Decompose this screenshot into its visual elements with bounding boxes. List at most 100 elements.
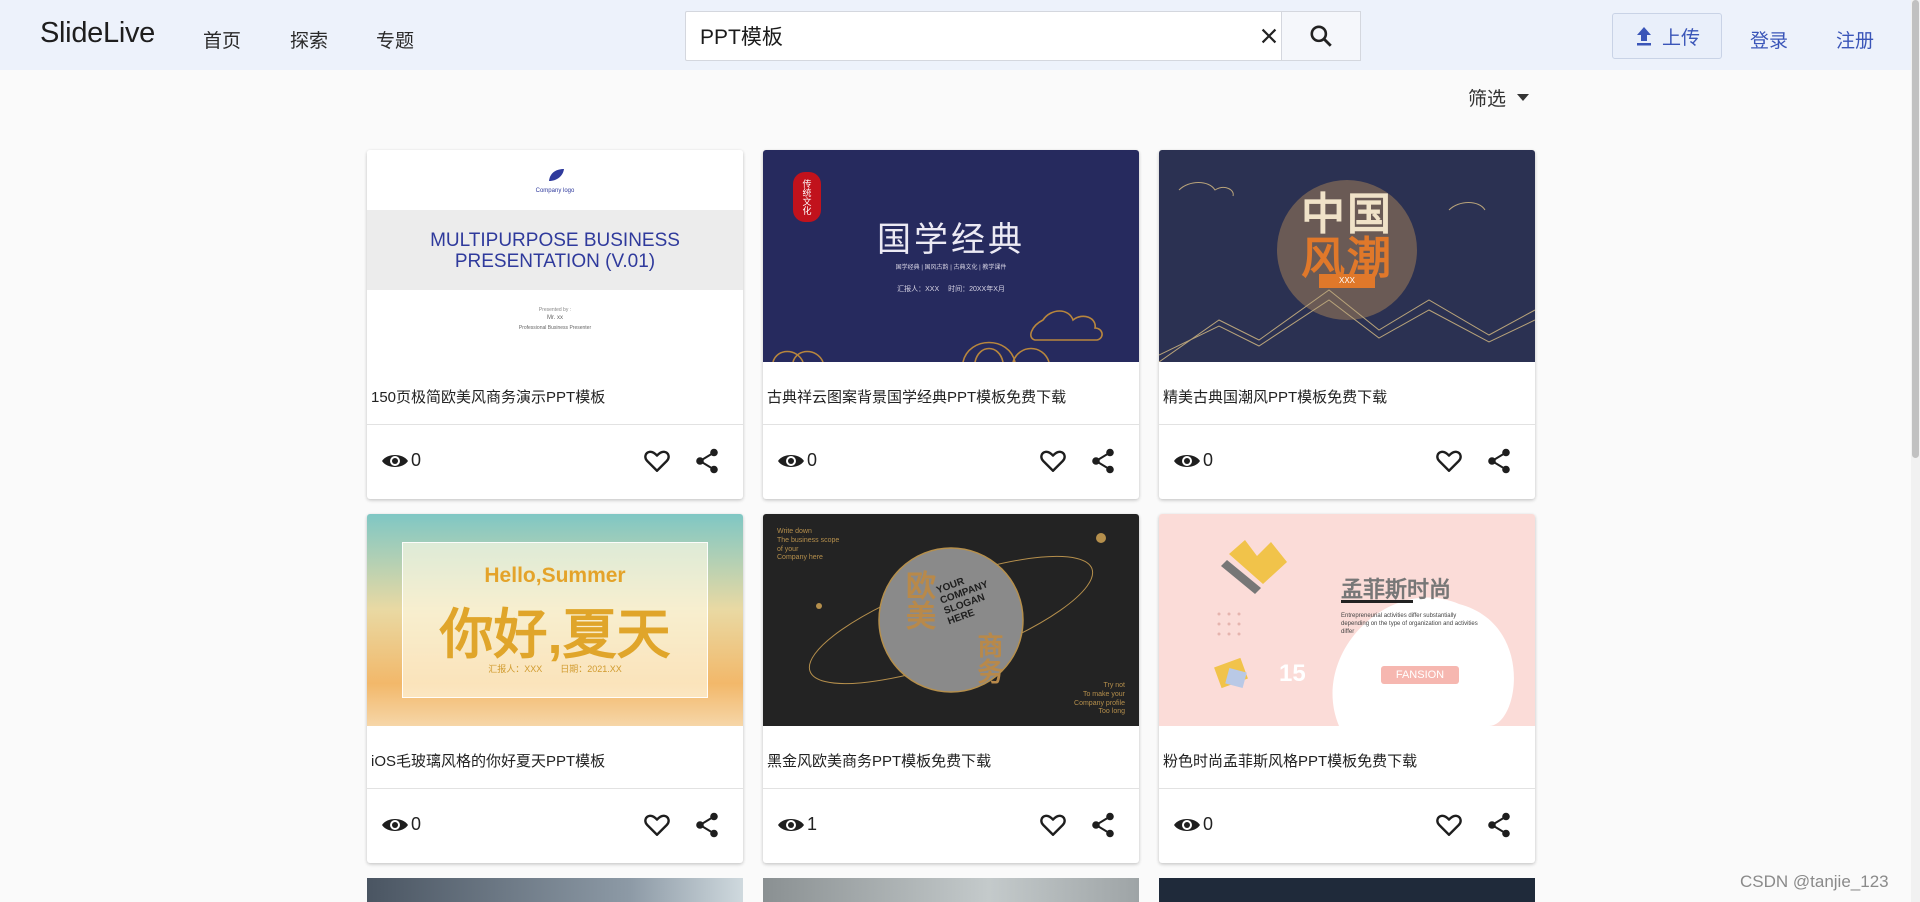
heart-icon — [644, 814, 670, 836]
share-icon — [1488, 448, 1510, 474]
share-icon — [1488, 812, 1510, 838]
card-title[interactable]: 粉色时尚孟菲斯风格PPT模板免费下载 — [1163, 750, 1417, 771]
share-icon — [1092, 812, 1114, 838]
nav-explore[interactable]: 探索 — [290, 26, 328, 53]
card-divider — [763, 424, 1139, 425]
view-count: 0 — [381, 814, 421, 835]
view-count-value: 0 — [1203, 814, 1214, 834]
thumb-en: Hello,Summer — [484, 564, 626, 587]
like-button[interactable] — [642, 446, 672, 476]
heart-icon — [1040, 450, 1066, 472]
slide-card[interactable]: Company logo MULTIPURPOSE BUSINESS PRESE… — [367, 150, 743, 499]
slide-card-partial[interactable] — [367, 878, 743, 902]
thumb-number: 15 — [1279, 660, 1306, 687]
thumb-heading-underline — [1341, 600, 1413, 603]
site-logo[interactable]: SlideLive — [40, 17, 155, 50]
upload-button[interactable]: 上传 — [1612, 13, 1722, 59]
thumb-heading-line1: MULTIPURPOSE BUSINESS — [430, 230, 680, 251]
card-title[interactable]: 古典祥云图案背景国学经典PPT模板免费下载 — [767, 386, 1066, 407]
card-divider — [367, 788, 743, 789]
card-divider — [1159, 424, 1535, 425]
caret-down-icon — [1517, 93, 1530, 101]
slide-card[interactable]: Hello,Summer 你好,夏天 汇报人：XXX 日期：2021.XX iO… — [367, 514, 743, 863]
like-button[interactable] — [1038, 810, 1068, 840]
heart-icon — [1436, 814, 1462, 836]
card-divider — [763, 788, 1139, 789]
slide-thumbnail[interactable]: 孟菲斯时尚 Entrepreneurial activities differ … — [1159, 514, 1535, 726]
slide-card-partial[interactable] — [763, 878, 1139, 902]
card-title[interactable]: 黑金风欧美商务PPT模板免费下载 — [767, 750, 991, 771]
view-count: 0 — [1173, 450, 1213, 471]
thumb-bottom-right-text: Try not To make your Company profile Too… — [1074, 682, 1125, 716]
slide-thumbnail[interactable]: 传统文化 国学经典 国学经典 | 国风古韵 | 古典文化 | 教学课件 汇报人：… — [763, 150, 1139, 362]
watermark: CSDN @tanjie_123 — [1740, 872, 1889, 891]
nav-topics[interactable]: 专题 — [376, 26, 414, 53]
slide-thumbnail[interactable]: Hello,Summer 你好,夏天 汇报人：XXX 日期：2021.XX — [367, 514, 743, 726]
eye-icon — [1174, 818, 1200, 831]
upload-label: 上传 — [1661, 27, 1700, 49]
upload-icon — [1636, 27, 1651, 46]
eye-icon — [382, 454, 408, 467]
search-input[interactable] — [700, 12, 1240, 60]
thumb-presented-by: Presented by : — [538, 307, 572, 313]
card-title[interactable]: 精美古典国潮风PPT模板免费下载 — [1163, 386, 1387, 407]
search-button[interactable] — [1281, 11, 1361, 61]
login-link[interactable]: 登录 — [1750, 26, 1788, 53]
slide-card[interactable]: Write down The business scope of your Co… — [763, 514, 1139, 863]
view-count: 0 — [777, 450, 817, 471]
thumb-company-logo: Company logo — [535, 188, 575, 194]
view-count-value: 0 — [411, 450, 422, 470]
filter-dropdown[interactable]: 筛选 — [1468, 84, 1530, 111]
like-button[interactable] — [1434, 810, 1464, 840]
heart-icon — [1436, 450, 1462, 472]
share-button[interactable] — [1088, 446, 1118, 476]
thumb-top-left-text: Write down The business scope of your Co… — [777, 528, 840, 562]
share-icon — [696, 812, 718, 838]
share-button[interactable] — [692, 810, 722, 840]
view-count: 0 — [381, 450, 421, 471]
like-button[interactable] — [642, 810, 672, 840]
page-scrollbar-thumb[interactable] — [1912, 0, 1919, 458]
card-divider — [1159, 788, 1535, 789]
eye-icon — [382, 818, 408, 831]
slide-thumbnail[interactable]: Write down The business scope of your Co… — [763, 514, 1139, 726]
close-icon — [1261, 28, 1276, 44]
share-button[interactable] — [1484, 810, 1514, 840]
cloud-pattern — [772, 310, 1103, 362]
share-icon — [696, 448, 718, 474]
share-button[interactable] — [1484, 446, 1514, 476]
view-count-value: 1 — [807, 814, 818, 834]
slide-card[interactable]: 孟菲斯时尚 Entrepreneurial activities differ … — [1159, 514, 1535, 863]
slide-card[interactable]: 中国 风潮 XXX 精美古典国潮风PPT模板免费下载 0 — [1159, 150, 1535, 499]
view-count-value: 0 — [807, 450, 818, 470]
thumb-vertical-text-2: 商务 — [974, 632, 1004, 684]
card-title[interactable]: 150页极简欧美风商务演示PPT模板 — [371, 386, 605, 407]
card-title[interactable]: iOS毛玻璃风格的你好夏天PPT模板 — [371, 750, 605, 771]
thumb-meta: 汇报人：XXX 日期：2021.XX — [488, 664, 622, 674]
eye-icon — [778, 454, 804, 467]
view-count-value: 0 — [1203, 450, 1214, 470]
like-button[interactable] — [1434, 446, 1464, 476]
thumb-vertical-text-1: 欧美 — [901, 570, 934, 630]
thumb-role: Professional Business Presenter — [518, 325, 592, 331]
slide-thumbnail[interactable]: 中国 风潮 XXX — [1159, 150, 1535, 362]
card-divider — [367, 424, 743, 425]
thumb-subtitle: 国学经典 | 国风古韵 | 古典文化 | 教学课件 — [895, 265, 1007, 271]
share-button[interactable] — [1088, 810, 1118, 840]
nav-home[interactable]: 首页 — [203, 26, 241, 53]
slide-thumbnail[interactable]: Company logo MULTIPURPOSE BUSINESS PRESE… — [367, 150, 743, 362]
slide-card[interactable]: 传统文化 国学经典 国学经典 | 国风古韵 | 古典文化 | 教学课件 汇报人：… — [763, 150, 1139, 499]
filter-label: 筛选 — [1468, 89, 1507, 110]
eye-icon — [1174, 454, 1200, 467]
thumb-tag: FANSION — [1381, 666, 1459, 684]
share-icon — [1092, 448, 1114, 474]
slide-card-partial[interactable] — [1159, 878, 1535, 902]
eye-icon — [778, 818, 804, 831]
heart-icon — [1040, 814, 1066, 836]
register-link[interactable]: 注册 — [1836, 26, 1874, 53]
share-button[interactable] — [692, 446, 722, 476]
thumb-desc: Entrepreneurial activities differ substa… — [1341, 613, 1478, 636]
like-button[interactable] — [1038, 446, 1068, 476]
leaf-logo-icon — [549, 169, 564, 181]
search-icon — [1310, 25, 1332, 47]
